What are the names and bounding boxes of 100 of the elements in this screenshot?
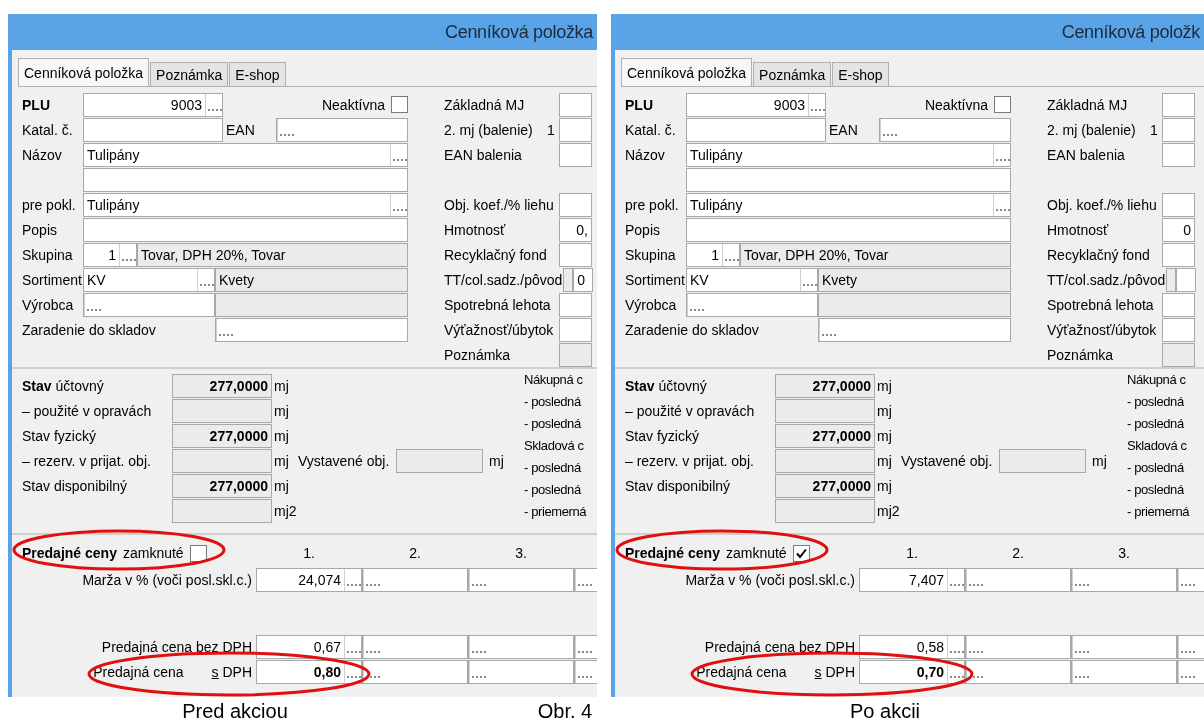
text-field[interactable] <box>215 317 408 342</box>
browse-button[interactable] <box>344 660 361 683</box>
browse-button[interactable] <box>808 93 825 116</box>
text-field[interactable] <box>965 659 1071 684</box>
tab[interactable]: E-shop <box>832 62 889 86</box>
text-field[interactable] <box>686 292 818 317</box>
text-field[interactable] <box>559 317 592 342</box>
browse-button[interactable] <box>205 93 222 116</box>
tab[interactable]: E-shop <box>229 62 286 86</box>
text-field[interactable]: 1 <box>686 242 740 267</box>
text-field[interactable]: Tulipány <box>686 192 1011 217</box>
text-field[interactable] <box>1071 659 1177 684</box>
browse-button[interactable] <box>800 268 817 291</box>
browse-button[interactable] <box>993 193 1010 216</box>
browse-button[interactable] <box>880 118 897 141</box>
tab[interactable]: Poznámka <box>753 62 832 86</box>
browse-button[interactable] <box>390 143 407 166</box>
text-field[interactable] <box>559 292 592 317</box>
browse-button[interactable] <box>1178 635 1195 658</box>
text-field[interactable] <box>468 634 574 659</box>
text-field[interactable] <box>559 117 592 142</box>
browse-button[interactable] <box>390 193 407 216</box>
text-field[interactable]: 0 <box>1162 217 1195 242</box>
text-field[interactable] <box>1071 634 1177 659</box>
checkbox[interactable] <box>391 96 408 113</box>
text-field[interactable]: 0,67 <box>256 634 362 659</box>
text-field[interactable]: KV <box>686 267 818 292</box>
text-field[interactable] <box>1162 117 1195 142</box>
browse-button[interactable] <box>575 660 592 683</box>
text-field[interactable] <box>468 567 574 592</box>
text-field[interactable] <box>1162 192 1195 217</box>
browse-button[interactable] <box>1178 660 1195 683</box>
text-field[interactable] <box>83 167 408 192</box>
text-field[interactable] <box>686 117 826 142</box>
text-field[interactable] <box>468 659 574 684</box>
browse-button[interactable] <box>1072 660 1089 683</box>
text-field[interactable]: 0 <box>573 267 594 292</box>
tab[interactable]: Cenníková položka <box>18 58 150 86</box>
text-field[interactable] <box>1162 317 1195 342</box>
text-field[interactable]: KV <box>83 267 215 292</box>
text-field[interactable]: 7,407 <box>859 567 965 592</box>
text-field[interactable] <box>1176 267 1197 292</box>
text-field[interactable]: 0,70 <box>859 659 965 684</box>
text-field[interactable] <box>1162 92 1195 117</box>
text-field[interactable] <box>559 142 592 167</box>
text-field[interactable] <box>1162 292 1195 317</box>
browse-button[interactable] <box>1072 568 1089 591</box>
text-field[interactable] <box>686 167 1011 192</box>
browse-button[interactable] <box>363 660 380 683</box>
text-field[interactable] <box>362 634 468 659</box>
tab[interactable]: Cenníková položka <box>621 58 753 86</box>
browse-button[interactable] <box>363 635 380 658</box>
text-field[interactable] <box>1162 242 1195 267</box>
browse-button[interactable] <box>216 318 233 341</box>
text-field[interactable] <box>686 217 1011 242</box>
text-field[interactable]: 1 <box>83 242 137 267</box>
browse-button[interactable] <box>469 660 486 683</box>
checkbox[interactable] <box>792 544 810 562</box>
text-field[interactable] <box>1162 142 1195 167</box>
browse-button[interactable] <box>575 568 592 591</box>
checkbox[interactable] <box>994 96 1011 113</box>
text-field[interactable]: 9003 <box>83 92 223 117</box>
text-field[interactable] <box>818 317 1011 342</box>
browse-button[interactable] <box>966 660 983 683</box>
browse-button[interactable] <box>819 318 836 341</box>
browse-button[interactable] <box>344 635 361 658</box>
browse-button[interactable] <box>966 568 983 591</box>
browse-button[interactable] <box>947 568 964 591</box>
browse-button[interactable] <box>966 635 983 658</box>
text-field[interactable] <box>879 117 1011 142</box>
browse-button[interactable] <box>575 635 592 658</box>
text-field[interactable]: Tulipány <box>83 192 408 217</box>
text-field[interactable]: 9003 <box>686 92 826 117</box>
browse-button[interactable] <box>687 293 704 316</box>
browse-button[interactable] <box>363 568 380 591</box>
browse-button[interactable] <box>993 143 1010 166</box>
browse-button[interactable] <box>84 293 101 316</box>
text-field[interactable]: 0, <box>559 217 592 242</box>
text-field[interactable]: Tulipány <box>83 142 408 167</box>
text-field[interactable] <box>83 217 408 242</box>
browse-button[interactable] <box>469 568 486 591</box>
browse-button[interactable] <box>722 243 739 266</box>
text-field[interactable] <box>965 567 1071 592</box>
text-field[interactable] <box>83 292 215 317</box>
text-field[interactable] <box>83 117 223 142</box>
browse-button[interactable] <box>469 635 486 658</box>
text-field[interactable] <box>1071 567 1177 592</box>
text-field[interactable] <box>965 634 1071 659</box>
checkbox[interactable] <box>189 544 207 562</box>
tab[interactable]: Poznámka <box>150 62 229 86</box>
text-field[interactable]: Tulipány <box>686 142 1011 167</box>
browse-button[interactable] <box>1072 635 1089 658</box>
text-field[interactable] <box>276 117 408 142</box>
browse-button[interactable] <box>277 118 294 141</box>
text-field[interactable] <box>362 659 468 684</box>
text-field[interactable]: 24,074 <box>256 567 362 592</box>
text-field[interactable] <box>559 242 592 267</box>
text-field[interactable] <box>559 192 592 217</box>
browse-button[interactable] <box>1178 568 1195 591</box>
browse-button[interactable] <box>344 568 361 591</box>
